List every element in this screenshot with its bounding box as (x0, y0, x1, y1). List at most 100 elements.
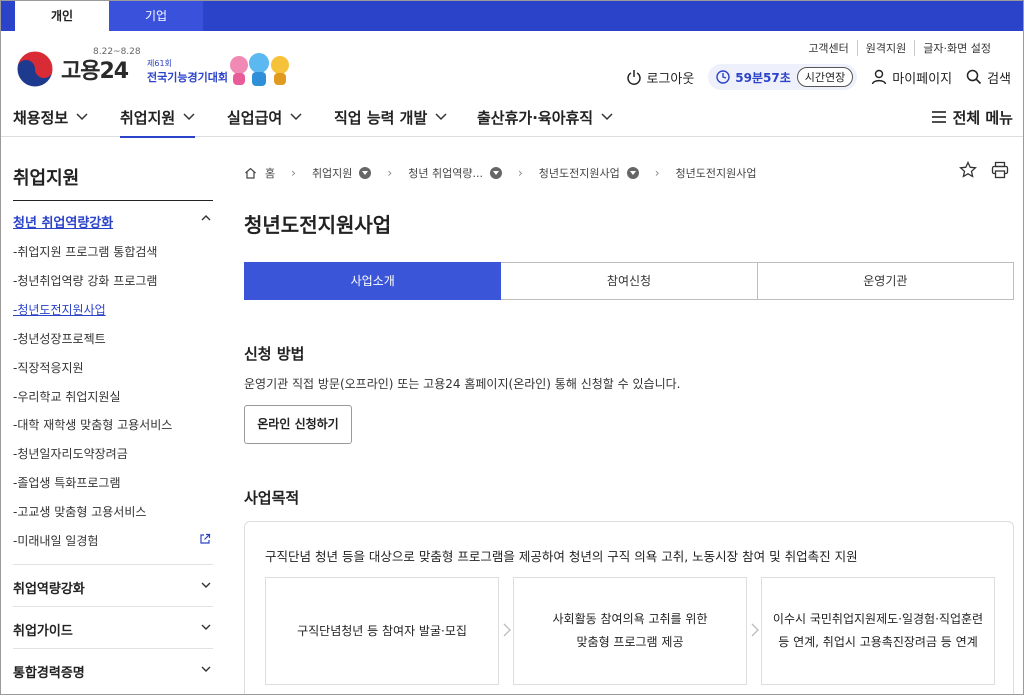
chevron-up-icon (201, 215, 211, 221)
breadcrumb-current: 청년도전지원사업 (676, 165, 757, 181)
chevron-down-icon (76, 113, 88, 121)
sidebar-item[interactable]: -청년취업역량 강화 프로그램 (13, 272, 157, 289)
gnb-item-leave[interactable]: 출산휴가·육아휴직 (477, 105, 613, 129)
extend-session-button[interactable]: 시간연장 (796, 67, 854, 87)
sidebar-group-label: 청년 취업역량강화 (13, 216, 114, 231)
print-icon[interactable] (991, 161, 1009, 179)
sidebar-item[interactable]: -청년일자리도약장려금 (13, 445, 128, 462)
chevron-down-icon (183, 113, 195, 121)
external-link-icon (200, 533, 211, 544)
chevron-right-icon (503, 623, 511, 637)
logout-label: 로그아웃 (646, 71, 695, 87)
chevron-right-icon: › (517, 166, 523, 180)
mascots-icon (227, 51, 293, 87)
star-icon[interactable] (959, 161, 977, 179)
sidebar-item[interactable]: -직장적응지원 (13, 359, 84, 376)
gnb-item-jobs[interactable]: 채용정보 (13, 105, 88, 129)
online-apply-button[interactable]: 온라인 신청하기 (244, 405, 352, 444)
sidebar-item[interactable]: -대학 재학생 맞춤형 고용서비스 (13, 416, 172, 433)
mypage-button[interactable]: 마이페이지 (871, 68, 952, 87)
sidebar-item[interactable]: -미래내일 일경험 (13, 532, 98, 549)
purpose-text: 구직단념 청년 등을 대상으로 맞춤형 프로그램을 제공하여 청년의 구직 의욕… (265, 549, 858, 564)
global-nav: 채용정보 취업지원 실업급여 직업 능력 개발 출산휴가·육아휴직 전체 메뉴 (1, 97, 1023, 138)
chevron-down-icon (201, 666, 211, 672)
purpose-step-1: 구직단념청년 등 참여자 발굴·모집 (265, 577, 499, 685)
breadcrumb-level-3[interactable]: 청년도전지원사업 (539, 165, 639, 181)
all-menu-button[interactable]: 전체 메뉴 (931, 105, 1013, 129)
clock-icon (716, 70, 730, 84)
gnb-label: 채용정보 (13, 108, 69, 127)
session-timer: 59분57초 시간연장 (708, 64, 858, 90)
power-icon (627, 70, 642, 85)
sidebar-item-current[interactable]: -청년도전지원사업 (13, 301, 106, 318)
all-menu-label: 전체 메뉴 (952, 108, 1013, 127)
sidebar-category[interactable]: 취업역량강화 (13, 564, 213, 606)
gnb-label: 출산휴가·육아휴직 (477, 108, 594, 127)
breadcrumb-home[interactable]: 홈 (244, 165, 275, 181)
sidebar-item[interactable]: -고교생 맞춤형 고용서비스 (13, 503, 146, 520)
dropdown-icon[interactable] (626, 167, 639, 179)
breadcrumb-label: 취업지원 (311, 167, 353, 180)
utility-links: 고객센터 원격지원 글자·화면 설정 (800, 40, 999, 56)
search-label: 검색 (987, 71, 1011, 87)
sidebar-category[interactable]: 취업가이드 (13, 606, 213, 648)
page-actions (959, 161, 1009, 179)
link-display-settings[interactable]: 글자·화면 설정 (914, 40, 999, 56)
gnb-item-employment-support[interactable]: 취업지원 (120, 105, 196, 138)
sidebar-category-label: 취업가이드 (13, 624, 73, 639)
chevron-down-icon (201, 624, 211, 630)
sidebar-item[interactable]: -졸업생 특화프로그램 (13, 474, 121, 491)
tab-personal[interactable]: 개인 (15, 1, 109, 31)
chevron-down-icon (435, 113, 447, 121)
chevron-right-icon: › (654, 166, 660, 180)
purpose-step-2: 사회활동 참여의욕 고취를 위한 맞춤형 프로그램 제공 (513, 577, 747, 685)
sidebar-title: 취업지원 (13, 168, 80, 189)
dropdown-icon[interactable] (489, 167, 502, 179)
timer-value: 59분57초 (735, 70, 791, 85)
chevron-right-icon: › (387, 166, 393, 180)
tab-business[interactable]: 기업 (109, 1, 203, 31)
mypage-label: 마이페이지 (892, 71, 953, 87)
purpose-step-3: 이수시 국민취업지원제도·일경험·직업훈련 등 연계, 취업시 고용촉진장려금 … (761, 577, 995, 685)
event-edition: 제61회 (147, 59, 172, 68)
gnb-label: 실업급여 (227, 108, 283, 127)
link-remote-support[interactable]: 원격지원 (856, 40, 914, 56)
gnb-item-unemployment[interactable]: 실업급여 (227, 105, 302, 129)
breadcrumb-level-1[interactable]: 취업지원 (311, 165, 372, 181)
link-customer-center[interactable]: 고객센터 (800, 40, 856, 56)
chevron-down-icon (601, 113, 613, 121)
step-line: 사회활동 참여의욕 고취를 위한 (552, 612, 708, 626)
sidebar-item[interactable]: -청년성장프로젝트 (13, 330, 106, 347)
chevron-down-icon (201, 582, 211, 588)
sidebar-group-youth[interactable]: 청년 취업역량강화 (13, 212, 213, 231)
apply-section-title: 신청 방법 (244, 345, 305, 363)
content-tabs: 사업소개 참여신청 운영기관 (244, 262, 1014, 300)
tab-operators[interactable]: 운영기관 (757, 262, 1014, 300)
tab-business-intro[interactable]: 사업소개 (244, 262, 502, 300)
event-name: 전국기능경기대회 (147, 71, 228, 84)
breadcrumb-label: 청년도전지원사업 (675, 167, 757, 180)
logout-button[interactable]: 로그아웃 (627, 68, 694, 87)
logo-text: 고용24 (61, 59, 129, 84)
chevron-right-icon (751, 623, 759, 637)
header-actions: 로그아웃 59분57초 시간연장 마이페이지 검색 (613, 64, 1011, 90)
breadcrumb-level-2[interactable]: 청년 취업역량... (408, 165, 502, 181)
gnb-item-skills[interactable]: 직업 능력 개발 (334, 105, 447, 129)
search-button[interactable]: 검색 (966, 68, 1011, 87)
search-icon (966, 69, 982, 85)
step-line: 맞춤형 프로그램 제공 (576, 635, 684, 649)
breadcrumb-label: 홈 (265, 167, 276, 180)
tab-apply[interactable]: 참여신청 (501, 262, 758, 300)
sidebar-category[interactable]: 통합경력증명 (13, 648, 213, 690)
step-line: 구직단념청년 등 참여자 발굴·모집 (297, 623, 467, 638)
page-frame: 개인 기업 고용24 8.22~8.28 제61회 전국기능경기대회 고객센터 … (0, 0, 1024, 695)
purpose-section-title: 사업목적 (244, 489, 300, 507)
sidebar-item[interactable]: -취업지원 프로그램 통합검색 (13, 243, 157, 260)
event-dates: 8.22~8.28 (93, 47, 141, 57)
sidebar-item[interactable]: -우리학교 취업지원실 (13, 388, 121, 405)
audience-tabs: 개인 기업 (1, 1, 1023, 31)
gnb-label: 직업 능력 개발 (334, 108, 428, 127)
dropdown-icon[interactable] (359, 167, 372, 179)
user-icon (872, 69, 887, 85)
step-line: 이수시 국민취업지원제도·일경험·직업훈련 (772, 612, 984, 626)
